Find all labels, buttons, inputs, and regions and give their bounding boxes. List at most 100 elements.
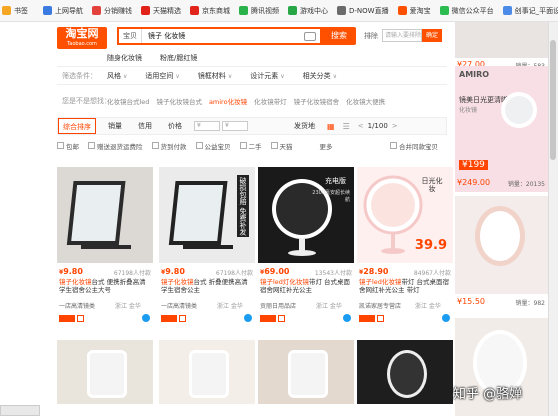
sidebar-ad[interactable]: ¥15.50 销量：982 xyxy=(455,196,548,314)
filter-option[interactable]: 镜子化妆镜宿舍 xyxy=(294,96,340,106)
product-title[interactable]: 镜子led灯化妆镜带灯 台式桌面宿舍网红补光公主 xyxy=(260,278,352,300)
shop-name[interactable]: 凯诺家居专营店 xyxy=(359,301,401,310)
filter-option[interactable]: 粉底/腮红镜 xyxy=(160,53,197,63)
product-card[interactable]: 日光化妆 39.9 ¥28.90 84967人付款 镜子led化妆镜带灯 台式桌面宿舍网… xyxy=(357,167,453,327)
checkbox-box[interactable] xyxy=(88,142,95,149)
product-card[interactable]: 充电版 2300毫安超长续航 ¥69.00 13543人付款 镜子led灯化妆镜带灯 台… xyxy=(258,167,354,327)
filter-checkbox[interactable]: 二手 xyxy=(239,141,262,151)
wangwang-icon[interactable] xyxy=(442,314,450,322)
filter-option[interactable]: 镜子化妆镜台式 xyxy=(156,96,202,106)
filter-option[interactable]: 风格 ∨ xyxy=(107,71,127,81)
suggestion-row: 您是不是想找： 化妆镜台式led 镜子化妆镜台式 amiro化妆镜 化妆镜带灯 镜子化妆镜… xyxy=(57,92,447,110)
search-input[interactable]: 镜子 化妆镜 xyxy=(142,31,304,41)
sort-option[interactable]: 价格 xyxy=(164,118,186,134)
filter-checkbox[interactable]: 天猫 xyxy=(270,141,293,151)
product-card[interactable]: 破损包赔 免费补发 ¥9.80 67198人付款 镜子化妆镜台式 折叠便携高清学生宿舍… xyxy=(159,167,255,327)
filter-option[interactable]: 适用空间 ∨ xyxy=(145,71,179,81)
wangwang-icon[interactable] xyxy=(244,314,252,322)
filter-option[interactable]: amiro化妆镜 xyxy=(209,96,247,106)
bookmark-item[interactable]: D-NOW直播 xyxy=(337,6,389,16)
price-range-input[interactable]: ¥ xyxy=(222,121,248,131)
product-image[interactable] xyxy=(357,340,453,404)
product-image[interactable] xyxy=(258,340,354,404)
sidebar-ad[interactable]: ¥27.00销量：583 xyxy=(455,22,548,72)
filter-option-label: 镜框材料 xyxy=(197,71,226,80)
checkbox-box[interactable] xyxy=(151,142,159,149)
sort-option[interactable]: 信用 xyxy=(134,118,156,134)
shipping-from-select[interactable]: 发货地 xyxy=(290,118,319,134)
product-card[interactable]: ¥9.80 67198人付款 镜子化妆镜台式 便携折叠高清学生宿舍公主大号 一店高清镜… xyxy=(57,167,153,327)
bookmark-icon xyxy=(141,6,150,15)
grid-view-icon[interactable]: ▦ xyxy=(327,122,335,131)
wangwang-icon[interactable] xyxy=(142,314,150,322)
bookmark-label: 天猫精选 xyxy=(153,6,181,15)
bookmark-item[interactable]: 爱淘宝 xyxy=(397,6,431,16)
filter-checkbox[interactable]: 赠送退货运费险 xyxy=(88,141,143,151)
product-title[interactable]: 镜子化妆镜台式 折叠便携高清学生宿舍公主 xyxy=(161,278,253,300)
bookmark-item[interactable]: 京东商城 xyxy=(190,6,230,16)
sidebar-ad-image[interactable] xyxy=(455,196,548,294)
filter-option[interactable]: 设计元素 ∨ xyxy=(250,71,284,81)
camera-icon[interactable] xyxy=(304,31,316,41)
filter-option[interactable]: 相关分类 ∨ xyxy=(303,71,337,81)
shop-name[interactable]: 贡丽日用品店 xyxy=(260,301,296,310)
filter-option[interactable]: 化妆镜大便携 xyxy=(346,96,385,106)
prev-page-icon[interactable]: < xyxy=(358,122,364,130)
filter-option[interactable]: 镜框材料 ∨ xyxy=(198,71,232,81)
exclude-ok-button[interactable]: 确定 xyxy=(422,29,442,42)
exclude-input[interactable]: 请输入要排除的词 xyxy=(382,29,422,42)
bookmark-item[interactable]: 上网导航 xyxy=(43,6,83,16)
mirror-illustration xyxy=(288,350,328,398)
next-page-icon[interactable]: > xyxy=(392,122,398,130)
bookmark-item[interactable]: 腾讯视频 xyxy=(239,6,279,16)
product-buyers: 67198人付款 xyxy=(113,270,151,277)
checkbox-box[interactable] xyxy=(195,142,203,149)
filter-checkbox[interactable]: 货到付款 xyxy=(151,141,187,151)
bookmark-item[interactable]: 分销赚钱 xyxy=(92,6,132,16)
search-box[interactable]: 宝贝 镜子 化妆镜 xyxy=(117,27,322,45)
product-price: ¥9.80 xyxy=(161,267,185,276)
product-image[interactable] xyxy=(57,340,153,404)
sort-option[interactable]: 综合排序 xyxy=(58,118,96,134)
sidebar-brand: AMIRO xyxy=(459,70,490,79)
filter-option[interactable]: 化妆镜带灯 xyxy=(254,96,287,106)
sort-option[interactable]: 销量 xyxy=(104,118,126,134)
product-image[interactable]: 日光化妆 39.9 xyxy=(357,167,453,263)
page-indicator: 1/100 xyxy=(367,122,388,130)
product-title[interactable]: 镜子led化妆镜带灯 台式桌面宿舍网红补光公主 带灯 xyxy=(359,278,451,300)
taobao-logo[interactable]: 淘宝网 Taobao.com xyxy=(57,27,107,49)
checkbox-box[interactable] xyxy=(239,142,247,149)
filter-option[interactable]: 化妆镜台式led xyxy=(107,96,149,106)
product-image[interactable]: 充电版 2300毫安超长续航 xyxy=(258,167,354,263)
shop-name[interactable]: 一店高清镜类 xyxy=(161,301,197,310)
product-title[interactable]: 镜子化妆镜台式 便携折叠高清学生宿舍公主大号 xyxy=(59,278,151,300)
search-button[interactable]: 搜索 xyxy=(322,27,356,45)
checkbox-box[interactable] xyxy=(57,142,64,149)
filter-option[interactable]: 随身化妆镜 xyxy=(107,53,142,63)
sidebar-ad-image[interactable] xyxy=(455,22,548,58)
list-view-icon[interactable]: ☰ xyxy=(343,122,350,131)
filter-option-label: 粉底/腮红镜 xyxy=(160,53,198,62)
merge-same-items-checkbox[interactable]: 合并同款宝贝 xyxy=(390,141,438,151)
sidebar-ad[interactable]: AMIRO 镜美日光更清晰 化妆镜 ¥199 ¥249.00 销量：20135 xyxy=(455,66,548,192)
bookmark-item[interactable]: 游戏中心 xyxy=(288,6,328,16)
more-filters-link[interactable]: 更多 xyxy=(320,141,333,151)
bookmark-item[interactable]: 天猫精选 xyxy=(141,6,181,16)
bookmark-item[interactable]: 微信公众平台 xyxy=(439,6,494,16)
wangwang-icon[interactable] xyxy=(343,314,351,322)
search-scope-select[interactable]: 宝贝 xyxy=(119,29,142,43)
checkbox-label: 合并同款宝贝 xyxy=(399,142,438,151)
bookmark-item[interactable]: 创事记_平面设计 xyxy=(502,6,558,16)
product-image[interactable] xyxy=(57,167,153,263)
price-range-input[interactable]: ¥ xyxy=(194,121,220,131)
bookmark-item[interactable]: 书签 xyxy=(2,6,28,16)
filter-checkbox[interactable]: 包邮 xyxy=(57,141,79,151)
product-image[interactable] xyxy=(159,340,255,404)
checkbox-box[interactable] xyxy=(390,142,397,149)
shop-name[interactable]: 一店高清镜类 xyxy=(59,301,95,310)
product-image[interactable]: 破损包赔 免费补发 xyxy=(159,167,255,263)
scrollbar-thumb[interactable] xyxy=(550,40,556,160)
bookmark-icon xyxy=(288,6,297,15)
checkbox-box[interactable] xyxy=(270,142,278,149)
filter-checkbox[interactable]: 公益宝贝 xyxy=(195,141,231,151)
